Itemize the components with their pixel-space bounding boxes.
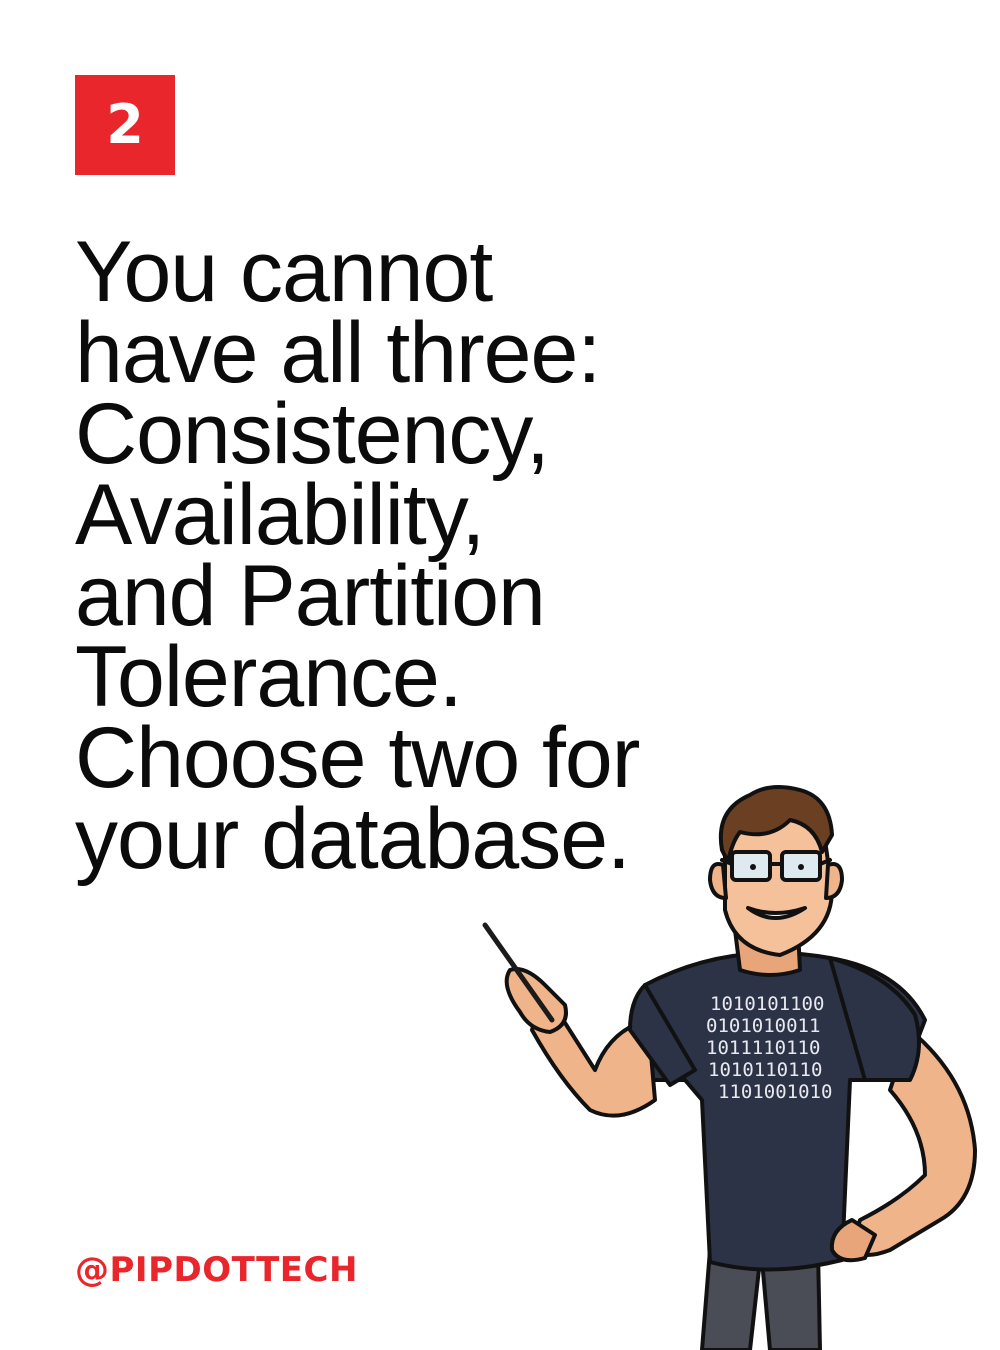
headline-line: Tolerance. xyxy=(75,629,463,725)
slide: 2 You cannot have all three: Consistency… xyxy=(0,0,1000,1350)
headline-line: Availability, xyxy=(75,467,485,563)
headline-line: have all three: xyxy=(75,305,601,401)
shirt-binary-line: 1010110110 xyxy=(708,1059,822,1081)
slide-number-badge: 2 xyxy=(75,75,175,175)
shirt-binary-line: 1010101100 xyxy=(710,993,824,1015)
developer-character-icon: 1010101100 0101010011 1011110110 1010110… xyxy=(482,784,977,1350)
shirt-binary-line: 1011110110 xyxy=(706,1037,820,1059)
author-handle: @PIPDOTTECH xyxy=(75,1250,358,1290)
shirt-binary-line: 1101001010 xyxy=(718,1081,832,1103)
shirt-binary-line: 0101010011 xyxy=(706,1015,820,1037)
headline-line: and Partition xyxy=(75,548,546,644)
headline-line: Consistency, xyxy=(75,386,550,482)
shirt-binary-text: 1010101100 0101010011 1011110110 1010110… xyxy=(706,993,832,1103)
headline-line: You cannot xyxy=(75,224,493,320)
